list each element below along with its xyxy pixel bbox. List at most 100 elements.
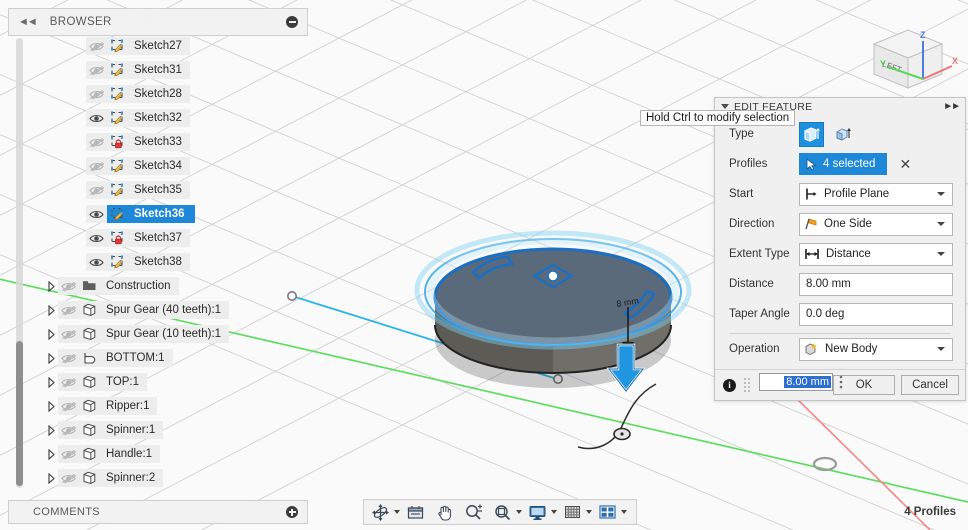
visibility-eye-icon[interactable] — [86, 61, 107, 79]
inline-value-editor[interactable]: 8.00 mm — [759, 373, 833, 391]
start-value: Profile Plane — [824, 188, 890, 200]
expand-triangle-icon[interactable] — [44, 468, 58, 488]
profiles-selection-chip[interactable]: 4 selected — [799, 153, 888, 175]
visibility-eye-icon[interactable] — [58, 469, 79, 487]
collapse-left-icon[interactable]: ◄◄ — [18, 16, 38, 28]
tree-item-sketch34[interactable]: Sketch34 — [86, 156, 190, 176]
navigation-toolbar[interactable] — [363, 499, 637, 525]
tree-item-sketch38[interactable]: Sketch38 — [86, 252, 190, 272]
visibility-eye-icon[interactable] — [86, 157, 107, 175]
triangle-down-icon[interactable] — [721, 104, 729, 109]
cancel-button[interactable]: Cancel — [901, 375, 959, 395]
plus-circle-icon[interactable] — [286, 506, 298, 518]
tree-item-spinner-1[interactable]: Spinner:1 — [44, 420, 164, 440]
start-dropdown[interactable]: Profile Plane — [799, 182, 953, 206]
extrude-tapered-icon[interactable] — [830, 122, 855, 147]
display-settings-dropdown-caret[interactable] — [551, 510, 557, 514]
visibility-eye-icon[interactable] — [86, 253, 107, 271]
tree-item-sketch35[interactable]: Sketch35 — [86, 180, 190, 200]
visibility-eye-icon[interactable] — [58, 325, 79, 343]
visibility-eye-icon[interactable] — [58, 421, 79, 439]
sketch-icon — [107, 37, 128, 55]
expand-triangle-icon[interactable] — [44, 300, 58, 320]
viewports-icon[interactable] — [596, 501, 619, 523]
sketch-icon — [107, 253, 128, 271]
tree-item-ripper-1[interactable]: Ripper:1 — [44, 396, 158, 416]
grid-snaps-icon[interactable] — [561, 501, 584, 523]
viewcube[interactable]: LEFT Z Y X — [860, 22, 960, 107]
visibility-eye-icon[interactable] — [58, 373, 79, 391]
visibility-eye-icon[interactable] — [58, 397, 79, 415]
tree-item-label: Spinner:2 — [100, 469, 164, 487]
expand-triangle-icon[interactable] — [44, 372, 58, 392]
visibility-eye-icon[interactable] — [86, 229, 107, 247]
tree-item-sketch37[interactable]: Sketch37 — [86, 228, 190, 248]
tree-item-spinner-2[interactable]: Spinner:2 — [44, 468, 164, 488]
extent-type-dropdown[interactable]: Distance — [799, 242, 953, 266]
browser-tree[interactable]: Sketch27 Sketch31 Sketch28 Sketch32 Sketch33… — [8, 36, 308, 496]
expand-triangle-icon[interactable] — [44, 396, 58, 416]
visibility-eye-icon[interactable] — [58, 349, 79, 367]
row-extent-type: Extent Type Distance — [715, 239, 965, 269]
tree-item-spur-gear-10-teeth-1[interactable]: Spur Gear (10 teeth):1 — [44, 324, 230, 344]
viewports-dropdown-caret[interactable] — [621, 510, 627, 514]
forward-arrows-icon[interactable]: ►► — [943, 101, 961, 112]
label-extent-type: Extent Type — [729, 248, 790, 260]
chevron-down-icon[interactable] — [937, 252, 945, 256]
tree-item-label: Spur Gear (40 teeth):1 — [100, 301, 230, 319]
expand-triangle-icon[interactable] — [44, 276, 58, 296]
visibility-eye-icon[interactable] — [86, 37, 107, 55]
expand-triangle-icon[interactable] — [44, 348, 58, 368]
chevron-down-icon[interactable] — [937, 192, 945, 196]
tree-item-sketch28[interactable]: Sketch28 — [86, 84, 190, 104]
visibility-eye-icon[interactable] — [86, 133, 107, 151]
orbit-dropdown-caret[interactable] — [394, 510, 400, 514]
visibility-eye-icon[interactable] — [58, 445, 79, 463]
grid-snaps-dropdown-caret[interactable] — [586, 510, 592, 514]
component-icon — [79, 373, 100, 391]
tree-item-bottom-1[interactable]: BOTTOM:1 — [44, 348, 173, 368]
fit-icon[interactable] — [491, 501, 514, 523]
visibility-eye-icon[interactable] — [86, 109, 107, 127]
tree-item-sketch36[interactable]: Sketch36 — [86, 204, 195, 224]
tree-item-construction[interactable]: Construction — [44, 276, 179, 296]
visibility-eye-icon[interactable] — [86, 181, 107, 199]
dialog-resize-grip[interactable] — [744, 377, 751, 393]
visibility-eye-icon[interactable] — [86, 85, 107, 103]
tree-item-top-1[interactable]: TOP:1 — [44, 372, 148, 392]
sketch-locked-icon — [107, 133, 128, 151]
minus-circle-icon[interactable] — [286, 16, 298, 28]
chevron-down-icon[interactable] — [937, 222, 945, 226]
operation-dropdown[interactable]: New Body — [799, 337, 953, 361]
value-editor-menu-icon[interactable] — [837, 373, 845, 391]
pan-icon[interactable] — [433, 501, 456, 523]
look-at-icon[interactable] — [404, 501, 427, 523]
comments-panel[interactable]: COMMENTS — [8, 500, 308, 524]
tree-item-sketch32[interactable]: Sketch32 — [86, 108, 190, 128]
expand-triangle-icon[interactable] — [44, 444, 58, 464]
zoom-icon[interactable] — [462, 501, 485, 523]
tree-scrollbar-thumb[interactable] — [16, 341, 23, 486]
display-settings-icon[interactable] — [526, 501, 549, 523]
direction-dropdown[interactable]: One Side — [799, 212, 953, 236]
extrude-solid-icon[interactable] — [799, 121, 824, 147]
tree-item-sketch33[interactable]: Sketch33 — [86, 132, 190, 152]
edit-feature-dialog[interactable]: EDIT FEATURE ►► Type Profiles 4 selected… — [714, 97, 966, 401]
visibility-eye-icon[interactable] — [58, 277, 79, 295]
expand-triangle-icon[interactable] — [44, 420, 58, 440]
fit-dropdown-caret[interactable] — [516, 510, 522, 514]
distance-input[interactable]: 8.00 mm — [799, 272, 953, 296]
taper-angle-input[interactable]: 0.0 deg — [799, 302, 953, 326]
x-icon[interactable]: ✕ — [899, 157, 911, 171]
tree-item-handle-1[interactable]: Handle:1 — [44, 444, 161, 464]
visibility-eye-icon[interactable] — [86, 205, 107, 223]
tree-item-sketch27[interactable]: Sketch27 — [86, 36, 190, 56]
one-side-icon — [805, 218, 817, 230]
chevron-down-icon[interactable] — [937, 347, 945, 351]
visibility-eye-icon[interactable] — [58, 301, 79, 319]
expand-triangle-icon[interactable] — [44, 324, 58, 344]
tree-item-spur-gear-40-teeth-1[interactable]: Spur Gear (40 teeth):1 — [44, 300, 230, 320]
info-icon[interactable]: i — [723, 378, 736, 392]
tree-item-sketch31[interactable]: Sketch31 — [86, 60, 190, 80]
orbit-icon[interactable] — [369, 501, 392, 523]
